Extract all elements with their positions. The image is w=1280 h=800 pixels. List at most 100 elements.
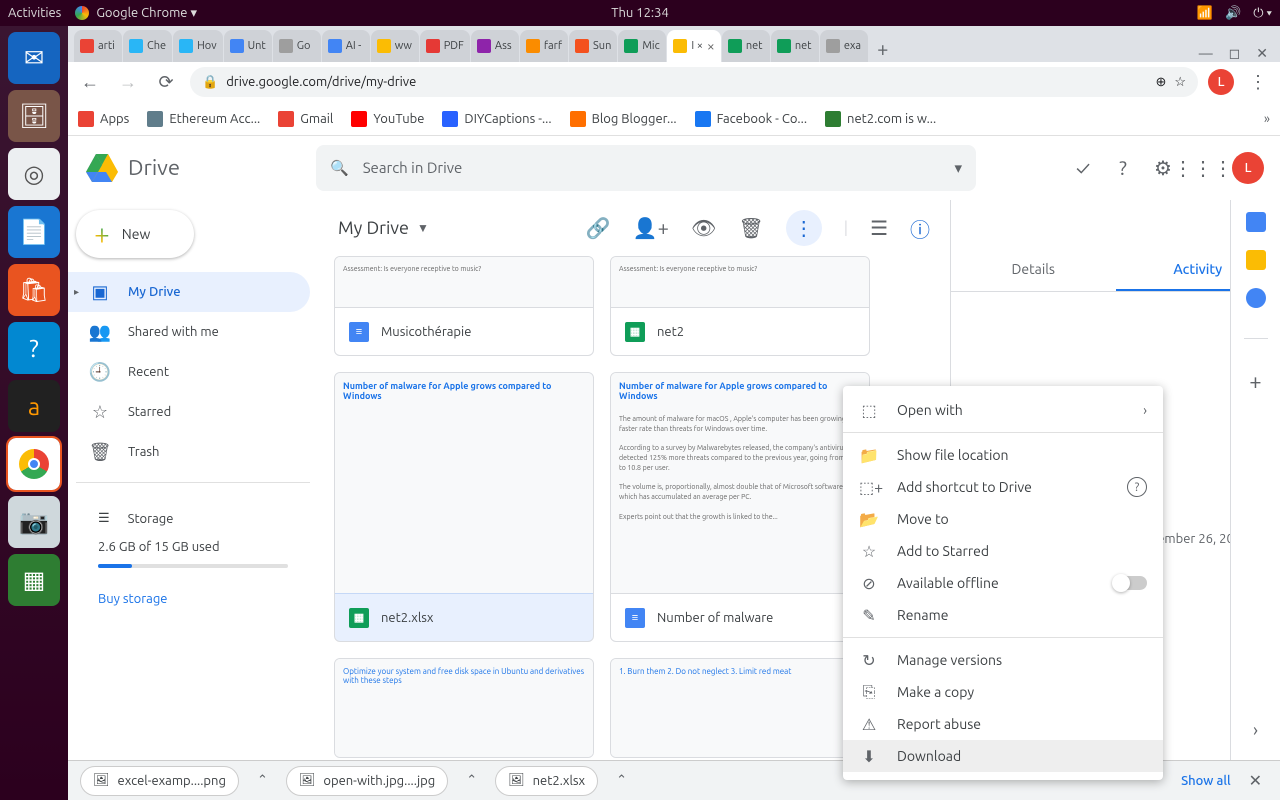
file-card[interactable]: Number of malware for Apple grows compar… bbox=[610, 372, 870, 642]
launcher-software[interactable]: 🛍 bbox=[8, 264, 60, 316]
back-button[interactable]: ← bbox=[76, 68, 104, 96]
menu-open-with[interactable]: ⬚Open with› bbox=[843, 394, 1163, 426]
search-dropdown-icon[interactable]: ▾ bbox=[954, 159, 962, 177]
toggle-switch[interactable] bbox=[1113, 576, 1147, 590]
bookmark-item[interactable]: Apps bbox=[78, 111, 129, 127]
minimize-icon[interactable]: — bbox=[1199, 45, 1213, 62]
star-icon[interactable]: ☆ bbox=[1174, 75, 1186, 90]
browser-tab[interactable]: ww bbox=[371, 30, 419, 62]
chrome-menu-icon[interactable]: ⋮ bbox=[1244, 68, 1272, 96]
launcher-amazon[interactable]: a bbox=[8, 380, 60, 432]
browser-tab[interactable]: Ass bbox=[471, 30, 519, 62]
hide-sidepanel-icon[interactable]: › bbox=[1253, 720, 1258, 740]
launcher-files[interactable]: 🗄 bbox=[8, 90, 60, 142]
apps-grid-icon[interactable]: ⋮⋮⋮ bbox=[1192, 157, 1214, 179]
expand-icon[interactable]: ▸ bbox=[74, 286, 79, 298]
bookmark-item[interactable]: Facebook - Co... bbox=[695, 111, 807, 127]
calendar-icon[interactable] bbox=[1246, 212, 1266, 232]
tasks-icon[interactable] bbox=[1246, 288, 1266, 308]
bookmark-item[interactable]: Blog Blogger... bbox=[570, 111, 677, 127]
browser-tab[interactable]: Go bbox=[273, 30, 321, 62]
show-all-downloads[interactable]: Show all bbox=[1181, 774, 1230, 788]
download-menu-icon[interactable]: ⌃ bbox=[251, 773, 274, 788]
menu-download[interactable]: ⬇Download bbox=[843, 740, 1163, 772]
clock[interactable]: Thu 12:34 bbox=[611, 6, 669, 20]
browser-tab[interactable]: arti bbox=[74, 30, 122, 62]
menu-report-abuse[interactable]: ⚠Report abuse bbox=[843, 708, 1163, 740]
file-card[interactable]: 1. Burn them 2. Do not neglect 3. Limit … bbox=[610, 658, 870, 758]
menu-add-shortcut-to-drive[interactable]: ⬚+Add shortcut to Drive? bbox=[843, 471, 1163, 503]
menu-add-to-starred[interactable]: ☆Add to Starred bbox=[843, 535, 1163, 567]
settings-gear-icon[interactable]: ⚙ bbox=[1152, 157, 1174, 179]
menu-move-to[interactable]: 📂Move to bbox=[843, 503, 1163, 535]
location-breadcrumb[interactable]: My Drive▼ bbox=[338, 218, 429, 238]
close-window-icon[interactable]: ✕ bbox=[1256, 45, 1268, 62]
bookmark-item[interactable]: YouTube bbox=[351, 111, 424, 127]
launcher-apps[interactable] bbox=[21, 760, 47, 786]
drive-search[interactable]: 🔍 Search in Drive ▾ bbox=[316, 145, 976, 191]
wifi-icon[interactable]: 📶 bbox=[1197, 6, 1213, 21]
browser-tab[interactable]: AI - bbox=[322, 30, 370, 62]
browser-tab[interactable]: I ×× bbox=[667, 30, 720, 62]
app-menu[interactable]: Google Chrome ▾ bbox=[75, 6, 197, 21]
tab-details[interactable]: Details bbox=[951, 249, 1116, 291]
preview-icon[interactable]: 👁 bbox=[691, 216, 716, 240]
addons-plus-icon[interactable]: + bbox=[1249, 369, 1261, 394]
share-icon[interactable]: 👤+ bbox=[633, 216, 669, 240]
browser-tab[interactable]: Mic bbox=[618, 30, 666, 62]
browser-tab[interactable]: Che bbox=[123, 30, 172, 62]
launcher-help[interactable]: ? bbox=[8, 322, 60, 374]
download-menu-icon[interactable]: ⌃ bbox=[610, 773, 633, 788]
new-tab-button[interactable]: + bbox=[869, 34, 897, 62]
profile-avatar[interactable]: L bbox=[1208, 69, 1234, 95]
browser-tab[interactable]: net bbox=[722, 30, 770, 62]
get-link-icon[interactable]: 🔗 bbox=[586, 216, 611, 240]
sidebar-item-my-drive[interactable]: ▸▣My Drive bbox=[68, 272, 310, 312]
volume-icon[interactable]: 🔊 bbox=[1225, 6, 1241, 21]
help-icon[interactable]: ? bbox=[1127, 477, 1147, 497]
view-details-icon[interactable]: ⓘ bbox=[910, 214, 930, 243]
launcher-rhythmbox[interactable]: ◎ bbox=[8, 148, 60, 200]
menu-rename[interactable]: ✎Rename bbox=[843, 599, 1163, 631]
launcher-chrome[interactable] bbox=[8, 438, 60, 490]
menu-make-a-copy[interactable]: ⎘Make a copy bbox=[843, 676, 1163, 708]
account-avatar[interactable]: L bbox=[1232, 152, 1264, 184]
remove-icon[interactable]: 🗑 bbox=[738, 216, 763, 240]
menu-show-file-location[interactable]: 📁Show file location bbox=[843, 439, 1163, 471]
launcher-calc[interactable]: ▦ bbox=[8, 554, 60, 606]
sidebar-item-trash[interactable]: 🗑Trash bbox=[68, 432, 310, 472]
sidebar-item-starred[interactable]: ☆Starred bbox=[68, 392, 310, 432]
bookmark-item[interactable]: Ethereum Acc... bbox=[147, 111, 260, 127]
bookmarks-overflow[interactable]: » bbox=[1264, 112, 1270, 126]
browser-tab[interactable]: Unt bbox=[224, 30, 272, 62]
launcher-writer[interactable]: 📄 bbox=[8, 206, 60, 258]
download-item[interactable]: 🖼open-with.jpg....jpg bbox=[286, 766, 448, 796]
maximize-icon[interactable]: ◻ bbox=[1229, 45, 1241, 62]
address-bar[interactable]: 🔒 drive.google.com/drive/my-drive ⊕ ☆ bbox=[190, 67, 1198, 97]
browser-tab[interactable]: net bbox=[771, 30, 819, 62]
new-button[interactable]: + New bbox=[76, 210, 194, 258]
tab-close-icon[interactable]: × bbox=[707, 38, 715, 54]
bookmark-item[interactable]: DIYCaptions -... bbox=[442, 111, 551, 127]
browser-tab[interactable]: Hov bbox=[173, 30, 222, 62]
reload-button[interactable]: ⟳ bbox=[152, 68, 180, 96]
download-menu-icon[interactable]: ⌃ bbox=[460, 773, 483, 788]
browser-tab[interactable]: Sun bbox=[569, 30, 617, 62]
sidebar-item-shared-with-me[interactable]: 👥Shared with me bbox=[68, 312, 310, 352]
power-icon[interactable]: ⏻ ▾ bbox=[1253, 6, 1272, 21]
browser-tab[interactable]: farf bbox=[520, 30, 568, 62]
support-icon[interactable]: ? bbox=[1112, 157, 1134, 179]
list-view-icon[interactable]: ☰ bbox=[870, 216, 888, 240]
download-item[interactable]: 🖼excel-examp....png bbox=[80, 766, 239, 796]
ready-offline-icon[interactable]: ✓ bbox=[1072, 157, 1094, 179]
sidebar-item-recent[interactable]: 🕘Recent bbox=[68, 352, 310, 392]
more-actions-icon[interactable]: ⋮ bbox=[786, 210, 822, 246]
keep-icon[interactable] bbox=[1246, 250, 1266, 270]
browser-tab[interactable]: PDF bbox=[420, 30, 470, 62]
bookmark-item[interactable]: Gmail bbox=[278, 111, 333, 127]
bookmark-item[interactable]: net2.com is w... bbox=[825, 111, 936, 127]
zoom-icon[interactable]: ⊕ bbox=[1155, 75, 1166, 90]
menu-manage-versions[interactable]: ↻Manage versions bbox=[843, 644, 1163, 676]
browser-tab[interactable]: exa bbox=[820, 30, 868, 62]
activities-label[interactable]: Activities bbox=[8, 6, 61, 20]
